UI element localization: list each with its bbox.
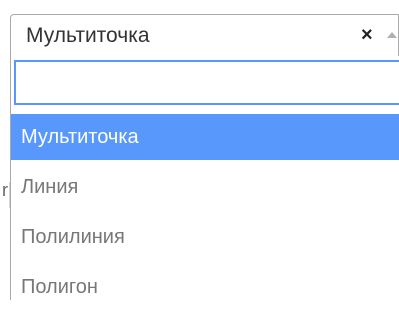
caret-up-icon[interactable] xyxy=(385,25,399,45)
option-line[interactable]: Линия xyxy=(11,164,399,210)
dropdown-panel: Мультиточка Линия Полилиния Полигон xyxy=(10,56,399,300)
option-polyline[interactable]: Полилиния xyxy=(11,214,399,260)
selected-value: Мультиточка xyxy=(26,24,150,47)
select-box[interactable]: Мультиточка × xyxy=(10,14,399,56)
clear-icon[interactable]: × xyxy=(361,25,377,45)
underlying-page-fragment: r xyxy=(0,180,10,208)
search-input[interactable] xyxy=(14,60,399,105)
option-multipoint[interactable]: Мультиточка xyxy=(11,114,399,160)
search-field-wrapper xyxy=(11,56,399,110)
option-polygon[interactable]: Полигон xyxy=(11,264,399,310)
